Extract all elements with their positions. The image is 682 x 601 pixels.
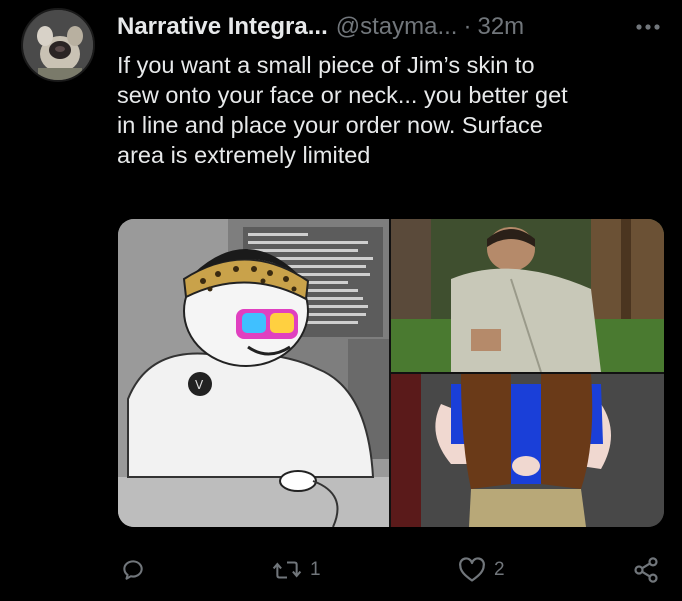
tweet-timestamp[interactable]: 32m [477, 13, 524, 41]
like-count: 2 [494, 559, 505, 580]
share-icon [634, 557, 658, 583]
retweet-button[interactable]: 1 [272, 548, 321, 592]
author-handle[interactable]: @stayma... [336, 13, 458, 41]
tweet-header: Narrative Integra... @stayma... · 32m [117, 10, 524, 44]
more-icon [636, 24, 660, 30]
like-icon [459, 557, 485, 582]
author-avatar[interactable] [21, 8, 95, 82]
media-image-bottom-right[interactable] [391, 374, 664, 527]
svg-text:V: V [195, 378, 204, 392]
tweet-text: If you want a small piece of Jim’s skin … [117, 52, 568, 168]
retweet-icon [272, 561, 302, 579]
photo-image [391, 219, 664, 372]
illustration-image: V [118, 219, 389, 527]
author-name[interactable]: Narrative Integra... [117, 13, 328, 41]
avatar-image [23, 10, 93, 80]
media-image-left[interactable]: V [118, 219, 389, 527]
share-button[interactable] [632, 548, 660, 592]
tweet-actions: 1 2 [0, 548, 682, 592]
reply-button[interactable] [120, 548, 154, 592]
reply-icon [123, 560, 143, 580]
separator-dot: · [463, 13, 472, 40]
like-button[interactable]: 2 [458, 548, 505, 592]
retweet-count: 1 [310, 559, 321, 580]
media-grid[interactable]: V [118, 219, 664, 527]
drawing-image [391, 374, 664, 527]
media-image-top-right[interactable] [391, 219, 664, 372]
more-options-button[interactable] [631, 13, 665, 41]
